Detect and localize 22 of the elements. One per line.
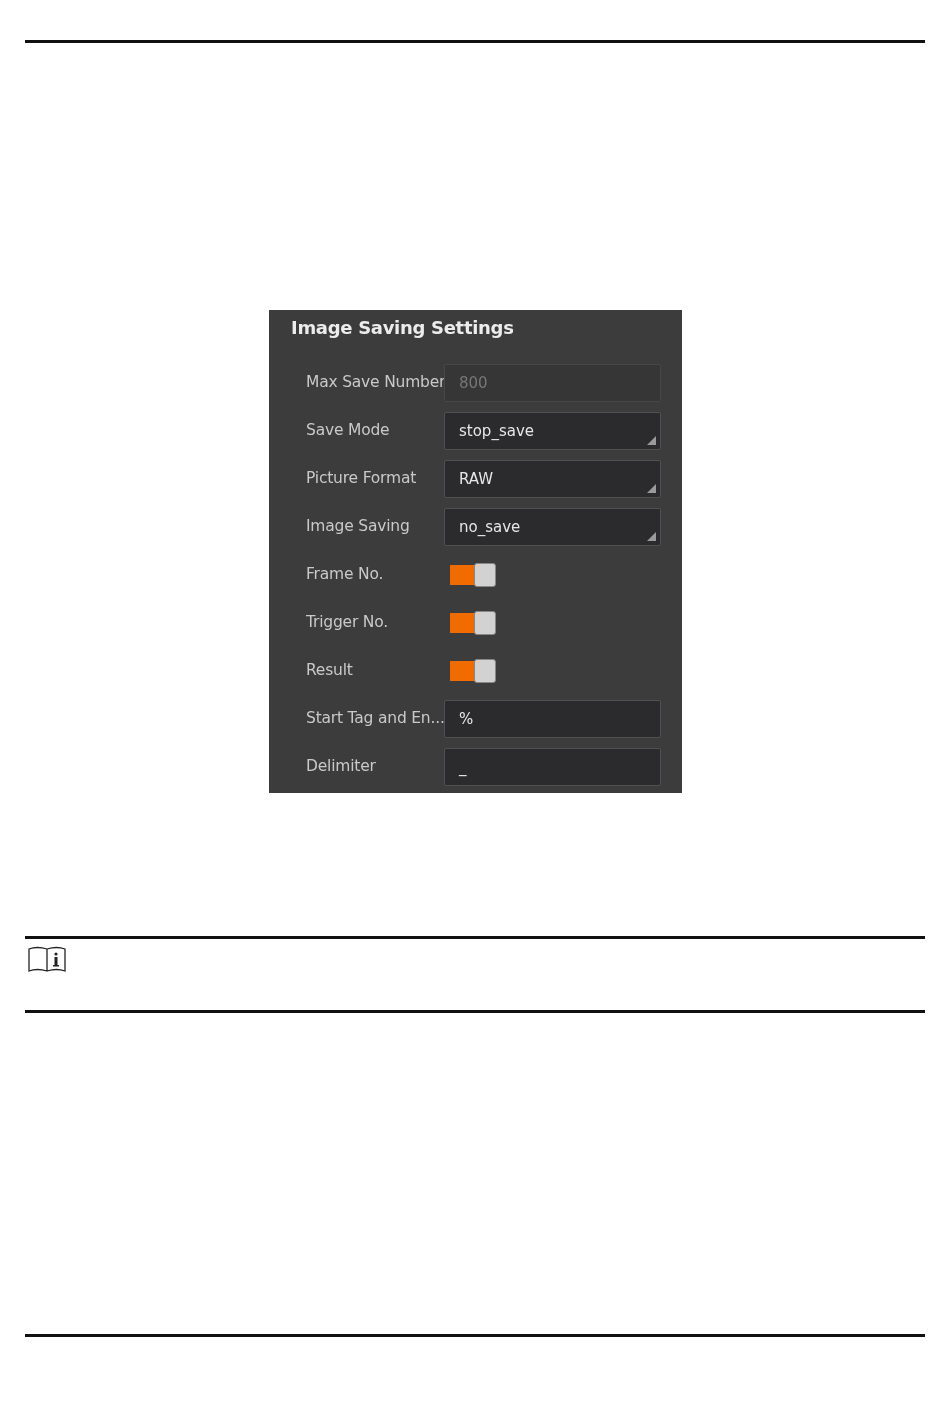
input-field[interactable]: %	[444, 700, 661, 738]
dropdown-corner-icon	[647, 484, 656, 493]
toggle-switch[interactable]	[450, 659, 496, 683]
field-label: Save Mode	[305, 420, 391, 442]
dropdown-field[interactable]: no_save	[444, 508, 661, 546]
field-label: Frame No.	[305, 564, 385, 586]
field-label: Picture Format	[305, 468, 418, 490]
dropdown-field[interactable]: stop_save	[444, 412, 661, 450]
manual-info-icon	[27, 945, 67, 973]
panel-title: Image Saving Settings	[291, 317, 515, 340]
dropdown-field[interactable]: RAW	[444, 460, 661, 498]
field-label: Image Saving	[305, 516, 411, 538]
dropdown-corner-icon	[647, 436, 656, 445]
dropdown-corner-icon	[647, 532, 656, 541]
field-label: Delimiter	[305, 756, 377, 778]
field-label: Max Save Number	[305, 372, 444, 394]
toggle-switch[interactable]	[450, 563, 496, 587]
field-label: Result	[305, 660, 354, 682]
field-label: Trigger No.	[305, 612, 389, 634]
input-field[interactable]: _	[444, 748, 661, 786]
toggle-switch[interactable]	[450, 611, 496, 635]
field-label: Start Tag and En...	[305, 708, 444, 730]
